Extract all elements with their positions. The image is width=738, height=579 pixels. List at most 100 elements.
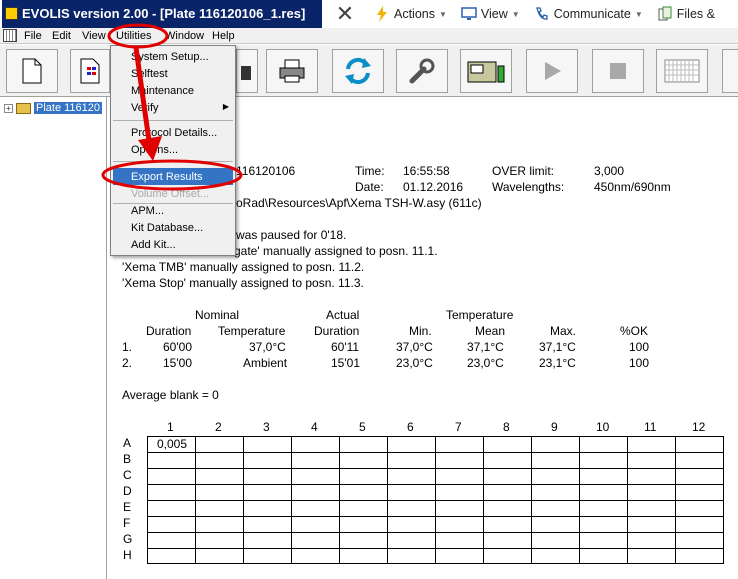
paused-note: was paused for 0'18. <box>236 228 347 242</box>
menu-edit[interactable]: Edit <box>52 28 71 44</box>
plate-col-header: 7 <box>455 420 462 434</box>
grid-icon <box>664 59 700 83</box>
conjugate-note: gate' manually assigned to posn. 11.1. <box>234 244 438 258</box>
menu-file[interactable]: File <box>24 28 42 44</box>
menu-help[interactable]: Help <box>212 28 235 44</box>
menu-item-selftest[interactable]: Selftest <box>131 66 168 82</box>
menu-item-add-kit[interactable]: Add Kit... <box>131 237 176 253</box>
menu-item-export-results[interactable]: Export Results <box>131 169 203 185</box>
tree-item-plate[interactable]: + Plate 116120 <box>4 101 103 115</box>
chevron-down-icon: ▼ <box>511 9 520 19</box>
menu-item-system-setup[interactable]: System Setup... <box>131 49 209 65</box>
menu-item-verify[interactable]: Verify <box>131 100 159 116</box>
new-plate-button[interactable] <box>70 49 110 93</box>
plate-col-header: 8 <box>503 420 510 434</box>
settings-button[interactable] <box>396 49 448 93</box>
menu-item-kit-database[interactable]: Kit Database... <box>131 220 203 236</box>
actions-label: Actions <box>394 7 435 21</box>
hdr-actual: Actual <box>326 308 360 322</box>
plate-row-header: A <box>123 436 132 450</box>
window-title: EVOLIS version 2.00 - [Plate 116120106_1… <box>22 6 306 21</box>
menu-item-options[interactable]: Options... <box>131 142 178 158</box>
plate-col-header: 1 <box>167 420 174 434</box>
step-temp-max: 37,1°C <box>539 340 576 354</box>
wavelengths-label: Wavelengths: <box>492 180 565 194</box>
monitor-icon <box>461 7 477 20</box>
actions-menu[interactable]: Actions ▼ <box>374 6 447 22</box>
plate-row-header: E <box>123 500 132 514</box>
step-ok: 100 <box>629 340 650 354</box>
hdr-nominal: Nominal <box>195 308 240 322</box>
hdr-temperature-nominal: Temperature <box>218 324 286 338</box>
refresh-icon <box>345 57 371 85</box>
step-nominal-duration: 60'00 <box>163 340 192 354</box>
refresh-button[interactable] <box>332 49 384 93</box>
step-index: 1. <box>122 340 133 354</box>
step-index: 2. <box>122 356 133 370</box>
plate-col-header: 6 <box>407 420 414 434</box>
communicate-menu[interactable]: Communicate ▼ <box>534 6 643 22</box>
submenu-arrow-icon: ▶ <box>222 102 229 111</box>
step-nominal-temperature: Ambient <box>243 356 288 370</box>
over-limit-label: OVER limit: <box>492 164 555 178</box>
plate-grid: 0,005 <box>147 436 724 564</box>
step-actual-duration: 15'01 <box>331 356 360 370</box>
print-button[interactable] <box>266 49 318 93</box>
close-icon[interactable]: ✕ <box>330 1 360 27</box>
hdr-ok: %OK <box>620 324 649 338</box>
hdr-temperature: Temperature <box>446 308 514 322</box>
plate-layout-button[interactable] <box>656 49 708 93</box>
instrument-button[interactable] <box>460 49 512 93</box>
menu-utilities[interactable]: Utilities <box>116 28 151 44</box>
new-button[interactable] <box>6 49 58 93</box>
menu-item-protocol-details[interactable]: Protocol Details... <box>131 125 217 141</box>
instrument-icon <box>467 61 505 83</box>
plate-row-header: G <box>123 532 133 546</box>
time-value: 16:55:58 <box>403 164 450 178</box>
tree-item-label: Plate 116120 <box>34 102 103 114</box>
app-logo-icon <box>5 7 18 20</box>
step-temp-min: 23,0°C <box>396 356 433 370</box>
window-title-bar[interactable]: EVOLIS version 2.00 - [Plate 116120106_1… <box>2 0 322 28</box>
open-button[interactable] <box>236 49 258 93</box>
wavelengths-value: 450nm/690nm <box>594 180 671 194</box>
play-icon <box>545 62 561 80</box>
plate-row-header: B <box>123 452 132 466</box>
expand-icon[interactable]: + <box>4 103 13 113</box>
menu-window[interactable]: Window <box>165 28 204 44</box>
run-button[interactable] <box>526 49 578 93</box>
title-bar: EVOLIS version 2.00 - [Plate 116120106_1… <box>0 0 738 28</box>
stop-icon <box>610 63 626 79</box>
hdr-min: Min. <box>409 324 432 338</box>
files-menu[interactable]: Files & <box>657 6 715 22</box>
menu-item-volume-offset: Volume Offset... <box>131 188 210 200</box>
well-a1-value: 0,005 <box>157 437 188 451</box>
plate-col-header: 9 <box>551 420 558 434</box>
menu-view[interactable]: View <box>82 28 106 44</box>
plate-row-header: C <box>123 468 132 482</box>
date-label: Date: <box>355 180 384 194</box>
phone-icon <box>535 7 548 20</box>
hdr-mean: Mean <box>475 324 506 338</box>
next-toolbar-button[interactable] <box>722 49 738 93</box>
view-menu[interactable]: View ▼ <box>461 6 520 22</box>
menu-separator <box>113 161 233 162</box>
plate-col-header: 12 <box>692 420 706 434</box>
stop-button[interactable] <box>592 49 644 93</box>
plate-row-header: H <box>123 548 132 562</box>
plate-id: 116120106 <box>236 164 296 178</box>
plate-col-header: 11 <box>644 420 657 434</box>
folder-partial-icon <box>241 66 251 80</box>
stop-note: 'Xema Stop' manually assigned to posn. 1… <box>122 276 364 290</box>
document-menu-icon[interactable] <box>3 29 17 42</box>
plate-col-header: 3 <box>263 420 270 434</box>
step-temp-max: 23,1°C <box>539 356 576 370</box>
files-icon <box>658 6 672 21</box>
plate-row-header: D <box>123 484 132 498</box>
date-value: 01.12.2016 <box>403 180 464 194</box>
step-actual-duration: 60'11 <box>331 340 360 354</box>
plate-col-header: 2 <box>215 420 222 434</box>
menu-item-apm[interactable]: APM... <box>131 203 164 219</box>
hdr-max: Max. <box>550 324 577 338</box>
menu-item-maintenance[interactable]: Maintenance <box>131 83 194 99</box>
